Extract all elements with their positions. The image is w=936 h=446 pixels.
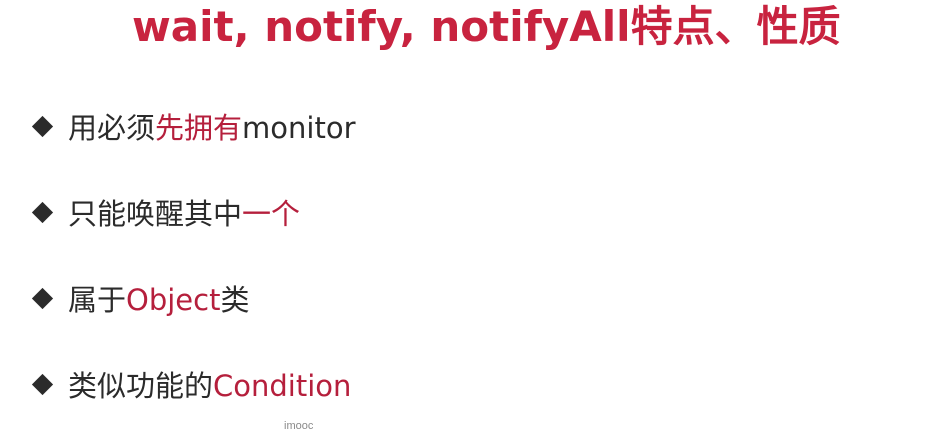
bullet-text-plain: 类似功能的	[68, 369, 214, 403]
bullet-text-highlight: Condition	[213, 369, 352, 403]
bullet-item: 用必须先拥有monitor	[31, 105, 356, 147]
watermark-text: imooc	[284, 420, 314, 432]
bullet-text-plain: monitor	[242, 111, 356, 145]
bullet-text: 用必须先拥有monitor	[68, 105, 356, 147]
bullet-text-highlight: 一个	[242, 197, 301, 231]
bullet-text: 属于Object类	[68, 277, 249, 319]
diamond-bullet-icon	[31, 115, 54, 137]
bullet-text: 只能唤醒其中一个	[68, 191, 300, 233]
bullet-item: 类似功能的Condition	[31, 363, 351, 405]
diamond-bullet-icon	[31, 287, 54, 309]
bullet-text-plain: 用必须	[68, 111, 156, 145]
bullet-text: 类似功能的Condition	[68, 363, 351, 405]
bullet-text-highlight: 先拥有	[155, 111, 243, 145]
bullet-text-plain: 只能唤醒其中	[68, 197, 243, 231]
bullet-item: 属于Object类	[31, 277, 249, 319]
diamond-bullet-icon	[31, 201, 54, 223]
bullet-text-highlight: Object	[126, 283, 221, 317]
diamond-bullet-icon	[31, 373, 54, 395]
bullet-item: 只能唤醒其中一个	[31, 191, 300, 233]
slide-title: wait, notify, notifyAll特点、性质	[132, 2, 841, 51]
bullet-text-plain: 类	[220, 283, 250, 317]
bullet-text-plain: 属于	[68, 283, 127, 317]
